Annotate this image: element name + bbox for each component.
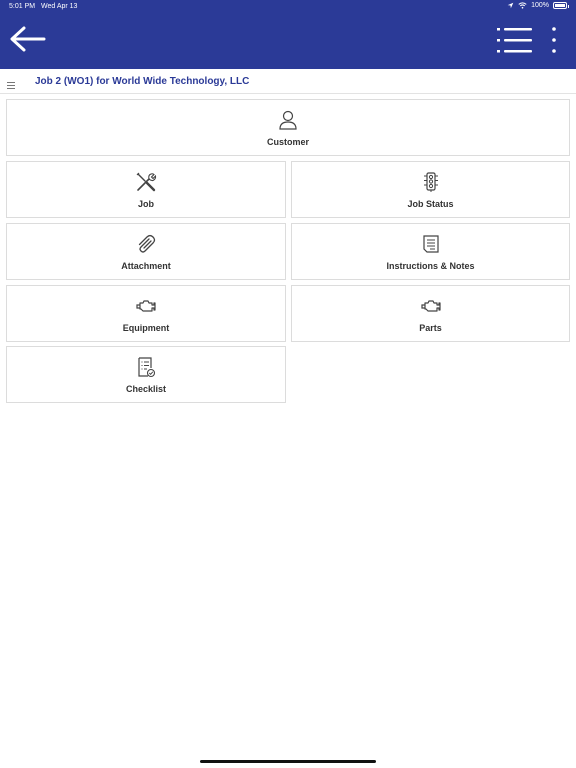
hamburger-icon <box>7 82 15 89</box>
tile-equipment[interactable]: Equipment <box>6 285 286 342</box>
vertical-dots-icon <box>552 27 556 53</box>
arrow-left-icon <box>10 26 46 52</box>
person-icon <box>277 109 299 131</box>
tools-icon <box>135 171 157 193</box>
notes-icon <box>420 233 442 255</box>
paperclip-icon <box>135 233 157 255</box>
back-button[interactable] <box>8 24 48 56</box>
list-icon <box>497 28 532 53</box>
tile-label: Customer <box>266 137 309 147</box>
battery-percent: 100% <box>531 2 549 9</box>
tile-customer[interactable]: Customer <box>6 99 570 156</box>
home-indicator[interactable] <box>200 760 376 763</box>
tile-label: Job <box>137 199 154 209</box>
tile-label: Attachment <box>121 261 171 271</box>
tile-label: Parts <box>419 323 442 333</box>
tile-label: Equipment <box>122 323 170 333</box>
tile-checklist[interactable]: Checklist <box>6 346 286 403</box>
location-arrow-icon <box>507 2 514 9</box>
tile-job-status[interactable]: Job Status <box>291 161 570 218</box>
tile-parts[interactable]: Parts <box>291 285 570 342</box>
menu-button[interactable] <box>6 77 16 89</box>
wifi-icon <box>518 2 527 9</box>
tile-job[interactable]: Job <box>6 161 286 218</box>
more-options-button[interactable] <box>544 24 564 58</box>
tile-label: Checklist <box>125 384 167 394</box>
tile-label: Instructions & Notes <box>386 261 475 271</box>
status-time: 5:01 PM <box>9 3 36 10</box>
status-bar: 5:01 PM Wed Apr 13 100% <box>0 0 576 14</box>
tile-attachment[interactable]: Attachment <box>6 223 286 280</box>
engine-icon <box>135 295 157 317</box>
traffic-light-icon <box>420 171 442 193</box>
job-title: Job 2 (WO1) for World Wide Technology, L… <box>35 76 250 87</box>
status-date: Wed Apr 13 <box>41 3 78 10</box>
status-indicators: 100% <box>507 2 569 9</box>
list-view-button[interactable] <box>494 24 536 58</box>
tile-instructions-notes[interactable]: Instructions & Notes <box>291 223 570 280</box>
tile-label: Job Status <box>407 199 454 209</box>
job-header: Job 2 (WO1) for World Wide Technology, L… <box>0 69 576 94</box>
checklist-icon <box>135 356 157 378</box>
battery-icon <box>553 2 569 9</box>
app-screen: 5:01 PM Wed Apr 13 100% Job 2 (WO1) for … <box>0 0 576 768</box>
engine-icon <box>420 295 442 317</box>
app-bar <box>0 14 576 69</box>
